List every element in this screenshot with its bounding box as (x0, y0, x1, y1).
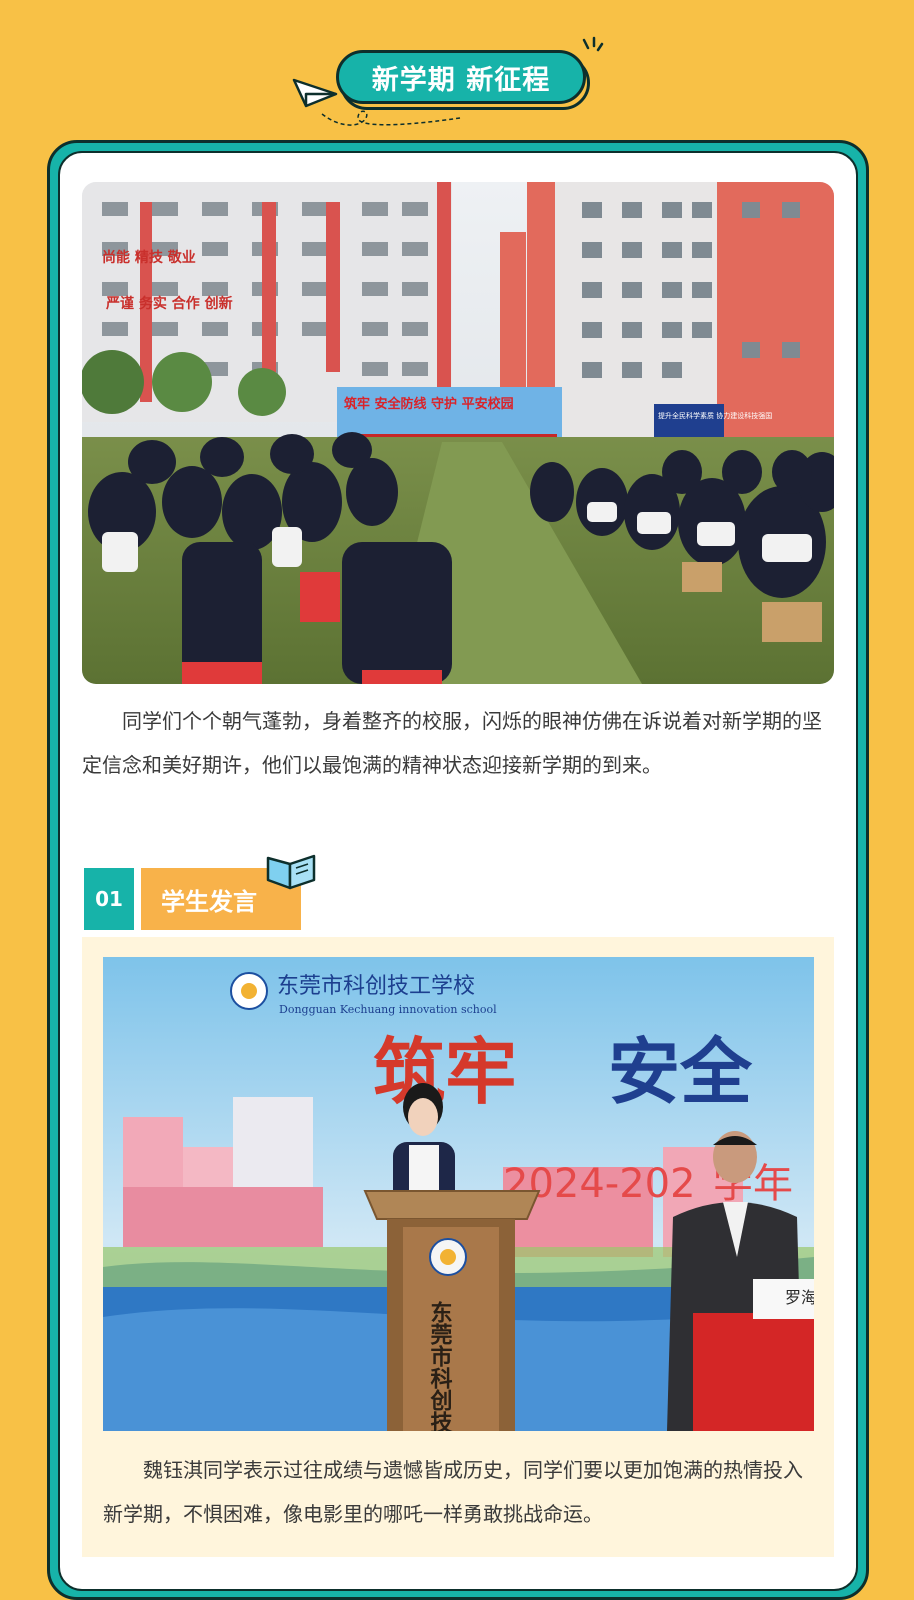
sparkle-icon (582, 36, 604, 52)
slogan-text-2: 严谨 务实 合作 创新 (105, 295, 233, 312)
dashed-trail-decoration (321, 110, 461, 126)
slogan-blue: 安全 (608, 1030, 753, 1114)
title-banner: 新学期 新征程 (336, 50, 586, 104)
slogan-red: 筑牢 (373, 1030, 517, 1114)
school-name-cn: 东莞市科创技工学校 (277, 974, 475, 999)
section-title: 学生发言 (161, 887, 257, 916)
section-number-tag: 01 (84, 868, 134, 930)
ceremony-photo: 尚能 精技 敬业 严谨 务实 合作 创新 筑牢 安全防线 守护 平安校园 提升全… (82, 182, 834, 684)
podium-text: 东莞市科创技工 (427, 1300, 454, 1431)
slogan-text-1: 尚能 精技 敬业 (102, 249, 196, 266)
nameplate-text: 罗海 (785, 1288, 814, 1307)
section-number: 01 (95, 887, 123, 911)
paragraph-2: 魏钰淇同学表示过往成绩与遗憾皆成历史，同学们要以更加饱满的热情投入新学期，不惧困… (103, 1458, 803, 1526)
school-name-en: Dongguan Kechuang innovation school (279, 1003, 497, 1016)
student-speech-photo: 东莞市科创技工学校 Dongguan Kechuang innovation s… (103, 957, 814, 1431)
stage-banner-text: 筑牢 安全防线 守护 平安校园 (344, 396, 514, 412)
book-icon (266, 854, 316, 890)
paragraph-1: 同学们个个朝气蓬勃，身着整齐的校服，闪烁的眼神仿佛在诉说着对新学期的坚定信念和美… (82, 709, 822, 777)
page-title: 新学期 新征程 (371, 64, 551, 96)
side-board-text: 提升全民科学素质 协力建设科技强国 (658, 411, 772, 420)
